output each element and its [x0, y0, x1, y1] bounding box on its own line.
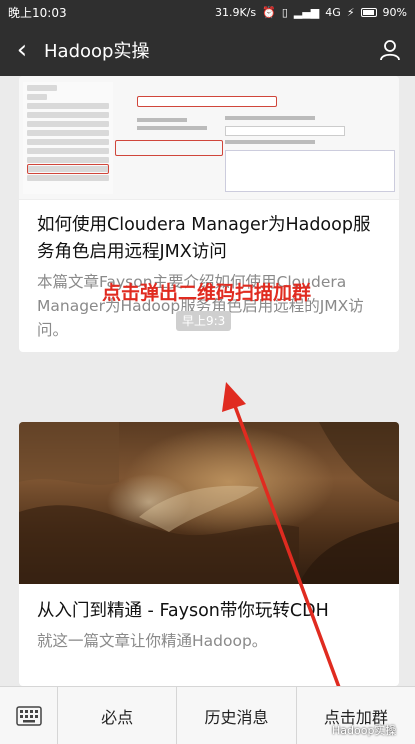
- keyboard-icon: [15, 706, 42, 726]
- user-icon: [380, 40, 400, 61]
- article-description: 就这一篇文章让你精通Hadoop。: [37, 632, 268, 650]
- keyboard-toggle-button[interactable]: [0, 687, 58, 744]
- annotation-text: 点击弹出二维码扫描加群: [102, 282, 312, 304]
- nav-bar: ‹ Hadoop实操: [0, 24, 415, 76]
- status-time: 晚上10:03: [8, 5, 67, 20]
- menu-item-history[interactable]: 历史消息: [177, 687, 297, 744]
- status-bar: 晚上10:03 31.9K/s ⏰ ▯ ▂▄▆ 4G ⚡ 90%: [0, 0, 415, 24]
- battery-percent: 90%: [382, 5, 407, 19]
- chevron-left-icon: ‹: [16, 35, 28, 65]
- timestamp-badge: 早上9:3: [176, 311, 232, 331]
- menu-item-must-read[interactable]: 必点: [58, 687, 178, 744]
- back-button[interactable]: ‹: [0, 24, 44, 76]
- charging-icon: ⚡: [346, 5, 355, 19]
- article-thumbnail: [19, 76, 399, 200]
- signal-icon: ▂▄▆: [293, 5, 320, 19]
- network-type: 4G: [325, 5, 341, 19]
- article-card[interactable]: 从入门到精通 - Fayson带你玩转CDH 就这一篇文章让你精通Hadoop。: [19, 422, 399, 686]
- vibrate-icon: ▯: [281, 5, 288, 19]
- article-title[interactable]: 如何使用Cloudera Manager为Hadoop服务角色启用远程JMX访问: [19, 200, 399, 266]
- page-title: Hadoop实操: [44, 41, 150, 62]
- article-cover-image: [19, 422, 399, 584]
- watermark-text: Hadoop实操: [332, 724, 397, 737]
- network-speed: 31.9K/s: [214, 5, 257, 19]
- message-list[interactable]: 如何使用Cloudera Manager为Hadoop服务角色启用远程JMX访问…: [0, 76, 415, 686]
- article-title[interactable]: 从入门到精通 - Fayson带你玩转CDH: [19, 584, 399, 625]
- alarm-icon: ⏰: [262, 5, 276, 19]
- battery-icon: [360, 7, 377, 17]
- profile-button[interactable]: [365, 24, 415, 76]
